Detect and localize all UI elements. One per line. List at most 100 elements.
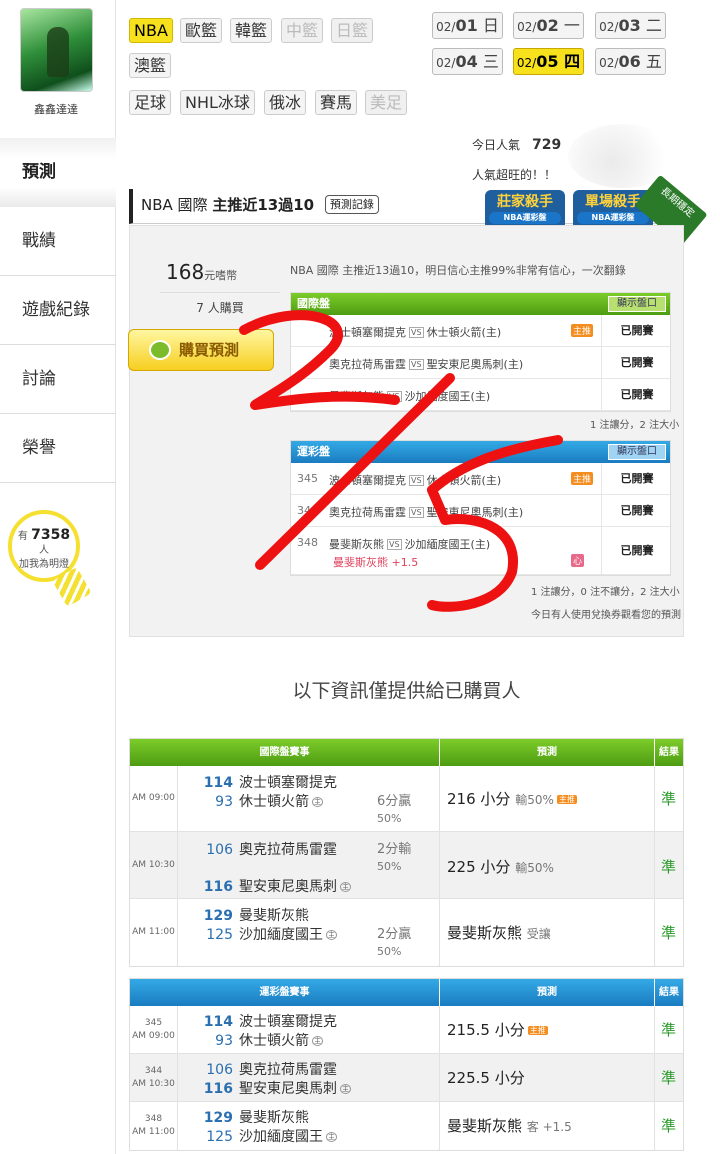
date-0202[interactable]: 02/02 一 [513, 12, 584, 39]
title-headline: 主推近13過10 [212, 196, 315, 214]
tag-horse-racing[interactable]: 賽馬 [315, 90, 358, 115]
prediction-sub: 客 +1.5 [526, 1120, 572, 1134]
date-month: 02/ [436, 20, 456, 34]
nav-record[interactable]: 戰績 [0, 207, 116, 276]
result: 準 [661, 1117, 677, 1135]
nav-game-log[interactable]: 遊戲紀錄 [0, 276, 116, 345]
tag-soccer[interactable]: 足球 [129, 90, 172, 115]
game-time: 348 AM 11:00 [130, 1102, 178, 1150]
prediction: 曼斐斯灰熊 [447, 924, 523, 942]
lamp-count: 7358 [31, 527, 71, 543]
prediction-cell: 曼斐斯灰熊 客 +1.5 [440, 1102, 655, 1150]
lamp-unit: 人 [39, 545, 49, 556]
pick-extra: 曼斐斯灰熊 +1.5 [333, 556, 419, 569]
buy-label: 購買預測 [179, 341, 240, 359]
tag-euro-basketball[interactable]: 歐籃 [180, 18, 223, 43]
main-pick-icon: 主推 [556, 795, 577, 804]
sports-subtable: 運彩盤 顯示盤口 345 波士頓塞爾提克 VS 休士頓火箭(主) 主推 已開賽 344 奧克拉… [290, 440, 671, 576]
table-row: 345 AM 09:00 114 波士頓塞爾提克 93 休士頓火箭主 215.5 小分… [130, 1006, 683, 1054]
sidebar: 鑫鑫達達 預測 戰績 遊戲紀錄 討論 榮譽 有 7358 人 加我為明燈 [0, 0, 116, 1154]
tag-nhl[interactable]: NHL冰球 [180, 90, 255, 115]
status: 已開賽 [601, 527, 672, 574]
col-result: 結果 [659, 987, 679, 998]
main-pick-icon: 主推 [527, 1026, 548, 1035]
table-row: AM 11:00 129 曼斐斯灰熊 125 沙加緬度國王主 2分贏 50% 曼斐斯灰… [130, 899, 683, 966]
lamp-caption: 加我為明燈 [19, 559, 69, 570]
buy-prediction-button[interactable]: 購買預測 [128, 329, 274, 371]
game-time: 344 AM 10:30 [130, 1054, 178, 1101]
away-line: 106 奧克拉荷馬雷霆 [203, 1059, 337, 1079]
away-team: 波士頓塞爾提克 [239, 775, 337, 791]
home-score: 93 [215, 794, 233, 810]
col-prediction: 預測 [440, 739, 655, 766]
vs-icon: VS [409, 359, 424, 370]
home-team: 沙加緬度國王(主) [404, 538, 491, 551]
prediction-card: 168元嗜幣 7 人購買 購買預測 NBA 國際 主推近13過10，明日信心主推… [128, 225, 684, 637]
date-day: 01 [455, 16, 478, 35]
away-score: 106 [206, 842, 233, 858]
away-team: 曼斐斯灰熊 [329, 538, 384, 551]
tag-russia-hockey[interactable]: 俄冰 [264, 90, 307, 115]
home-score: 116 [203, 879, 233, 895]
home-score: 125 [206, 1129, 233, 1145]
col-game: 運彩盤賽事 [130, 979, 440, 1006]
avatar-figure [47, 27, 69, 77]
date-weekday: 四 [564, 52, 581, 71]
badge-sub: NBA運彩盤 [577, 212, 649, 224]
main-pick-icon: 主推 [571, 324, 594, 337]
home-line: 116 聖安東尼奧馬刺主 [203, 876, 351, 896]
tag-korea-basketball[interactable]: 韓籃 [230, 18, 273, 43]
show-odds-button[interactable]: 顯示盤口 [608, 296, 666, 312]
date-0205[interactable]: 02/05 四 [513, 48, 584, 75]
prediction-cell: 216 小分 輸50% 主推 [440, 766, 655, 831]
vs-icon: VS [409, 327, 424, 338]
price-unit: 元嗜幣 [204, 269, 238, 282]
away-team: 奧克拉荷馬雷霆 [329, 506, 406, 519]
date-month: 02/ [599, 56, 619, 70]
date-0206[interactable]: 02/06 五 [595, 48, 666, 75]
table-row: 348 AM 11:00 129 曼斐斯灰熊 125 沙加緬度國王主 曼斐斯灰熊 客 … [130, 1102, 683, 1150]
prediction: 215.5 小分 [447, 1021, 525, 1039]
matchup: 曼斐斯灰熊 VS 沙加緬度國王(主) [329, 388, 490, 404]
title-league: NBA 國際 [141, 196, 208, 214]
result: 準 [661, 858, 677, 876]
date-month: 02/ [436, 56, 456, 70]
col-prediction: 預測 [440, 979, 655, 1006]
prediction-sub: 輸50% [515, 861, 554, 875]
away-line: 129 曼斐斯灰熊 [203, 905, 309, 925]
subhead-title: 運彩盤 [297, 445, 330, 458]
avatar[interactable] [20, 8, 93, 92]
date-0201[interactable]: 02/01 日 [432, 12, 503, 39]
badge-title: 單場殺手 [585, 194, 641, 210]
home-score: 93 [215, 1033, 233, 1049]
date-weekday: 三 [482, 52, 499, 71]
subhead-title: 國際盤 [297, 297, 330, 310]
nav-predict[interactable]: 預測 [0, 138, 116, 207]
home-line: 93 休士頓火箭主 [203, 1030, 323, 1050]
intl-subhead: 國際盤 顯示盤口 [291, 293, 670, 315]
spread: 2分贏 50% [377, 927, 412, 958]
prediction-record-button[interactable]: 預測記錄 [324, 195, 379, 214]
away-score: 114 [203, 1014, 233, 1030]
prediction: 225 小分 [447, 858, 511, 876]
result: 準 [661, 790, 677, 808]
table-row: AM 09:00 114 波士頓塞爾提克 93 休士頓火箭主 6分贏 50% 216 … [130, 766, 683, 832]
tag-nba[interactable]: NBA [129, 18, 173, 43]
popularity-label: 今日人氣 [472, 138, 521, 152]
nav-honor[interactable]: 榮譽 [0, 414, 116, 483]
home-mark: 主 [340, 882, 351, 892]
away-score: 106 [206, 1062, 233, 1078]
price: 168元嗜幣 [166, 260, 237, 284]
intl-row: 奧克拉荷馬雷霆 VS 聖安東尼奧馬刺(主) 已開賽 [291, 347, 670, 379]
username: 鑫鑫達達 [34, 103, 78, 116]
away-team: 曼斐斯灰熊 [239, 908, 309, 924]
game-cell: 114 波士頓塞爾提克 93 休士頓火箭主 [178, 1006, 440, 1053]
date-0204[interactable]: 02/04 三 [432, 48, 503, 75]
date-0203[interactable]: 02/03 二 [595, 12, 666, 39]
tag-aus-basketball[interactable]: 澳籃 [129, 53, 172, 78]
show-odds-button[interactable]: 顯示盤口 [608, 444, 666, 460]
nav-discussion[interactable]: 討論 [0, 345, 116, 414]
date-day: 04 [455, 52, 478, 71]
home-team: 休士頓火箭(主) [426, 474, 502, 487]
tag-china-basketball: 中籃 [281, 18, 324, 43]
